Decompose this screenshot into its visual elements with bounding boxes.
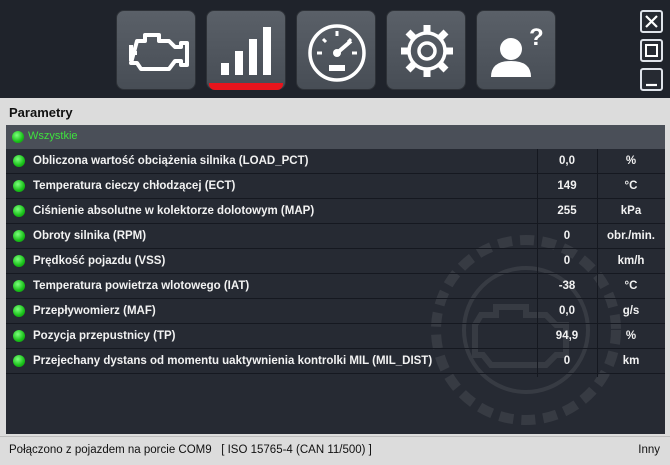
dashboard-button[interactable] — [296, 10, 376, 90]
parameter-row[interactable]: Przepływomierz (MAF) 0,0 g/s — [6, 299, 665, 324]
svg-text:?: ? — [529, 24, 544, 51]
help-user-icon: ? — [491, 24, 544, 77]
minimize-button[interactable] — [640, 68, 663, 91]
parameter-row[interactable]: Temperatura cieczy chłodzącej (ECT) 149 … — [6, 174, 665, 199]
parameter-name: Temperatura cieczy chłodzącej (ECT) — [33, 180, 236, 192]
parameter-row[interactable]: Temperatura powietrza wlotowego (IAT) -3… — [6, 274, 665, 299]
parameter-name: Temperatura powietrza wlotowego (IAT) — [33, 280, 250, 292]
parameter-unit: g/s — [622, 305, 640, 317]
close-button[interactable] — [640, 10, 663, 33]
parameter-row[interactable]: Obliczona wartość obciążenia silnika (LO… — [6, 149, 665, 174]
status-dot — [13, 280, 25, 292]
status-dot — [13, 355, 25, 367]
status-dot — [13, 255, 25, 267]
engine-button[interactable] — [116, 10, 196, 90]
parameter-unit: °C — [624, 180, 638, 192]
parameter-name: Przepływomierz (MAF) — [33, 305, 156, 317]
parameter-value: 94,9 — [555, 330, 579, 342]
parameter-value: 149 — [557, 180, 577, 192]
settings-button[interactable] — [386, 10, 466, 90]
maximize-icon — [645, 44, 658, 57]
panel-title: Parametry — [9, 105, 73, 120]
parameter-value: 0 — [563, 355, 571, 367]
parameter-name: Pozycja przepustnicy (TP) — [33, 330, 176, 342]
parameter-row[interactable]: Przejechany dystans od momentu uaktywnie… — [6, 349, 665, 374]
parameter-value: -38 — [558, 280, 576, 292]
parameter-unit: % — [625, 155, 637, 167]
mode-status: Inny — [638, 444, 660, 456]
close-icon — [645, 15, 658, 28]
group-label: Wszystkie — [28, 130, 78, 142]
parameter-name: Prędkość pojazdu (VSS) — [33, 255, 166, 267]
parameter-value: 255 — [557, 205, 577, 217]
parameter-value: 0 — [563, 230, 571, 242]
status-dot — [13, 305, 25, 317]
parameter-unit: obr./min. — [607, 230, 655, 242]
parameter-name: Obroty silnika (RPM) — [33, 230, 147, 242]
parameter-name: Obliczona wartość obciążenia silnika (LO… — [33, 155, 309, 167]
parameter-value: 0,0 — [559, 155, 575, 167]
parameter-value: 0 — [563, 255, 571, 267]
parameter-value: 0,0 — [559, 305, 575, 317]
toolbar: ? — [0, 0, 670, 98]
minimize-icon — [646, 83, 657, 87]
parameter-row[interactable]: Ciśnienie absolutne w kolektorze dolotow… — [6, 199, 665, 224]
status-dot — [13, 330, 25, 342]
help-button[interactable]: ? — [476, 10, 556, 90]
status-dot — [13, 155, 25, 167]
parameter-row[interactable]: Pozycja przepustnicy (TP) 94,9 % — [6, 324, 665, 349]
parameter-unit: °C — [624, 280, 638, 292]
parameter-unit: km — [622, 355, 640, 367]
parameter-name: Ciśnienie absolutne w kolektorze dolotow… — [33, 205, 315, 217]
status-dot — [13, 180, 25, 192]
gear-icon — [401, 25, 453, 77]
maximize-button[interactable] — [640, 39, 663, 62]
connection-status: Połączono z pojazdem na porcie COM9 [ IS… — [9, 444, 372, 456]
engine-icon — [129, 33, 189, 71]
parameter-name: Przejechany dystans od momentu uaktywnie… — [33, 355, 433, 367]
parameter-unit: kPa — [620, 205, 642, 217]
parameter-unit: km/h — [617, 255, 645, 267]
signal-bars-icon — [221, 27, 271, 75]
parameter-row[interactable]: Prędkość pojazdu (VSS) 0 km/h — [6, 249, 665, 274]
parameter-unit: % — [625, 330, 637, 342]
group-status-dot — [12, 131, 24, 143]
status-dot — [13, 230, 25, 242]
parameters-grid: Wszystkie Obliczona wartość obciążenia s… — [6, 125, 665, 434]
gauge-icon — [308, 24, 366, 82]
group-row[interactable]: Wszystkie — [6, 125, 665, 149]
live-data-button[interactable] — [206, 10, 286, 90]
status-bar: Połączono z pojazdem na porcie COM9 [ IS… — [0, 436, 670, 465]
parameters-panel: Parametry Wszystkie Obliczona wartość ob… — [0, 98, 670, 436]
status-dot — [13, 205, 25, 217]
parameter-row[interactable]: Obroty silnika (RPM) 0 obr./min. — [6, 224, 665, 249]
